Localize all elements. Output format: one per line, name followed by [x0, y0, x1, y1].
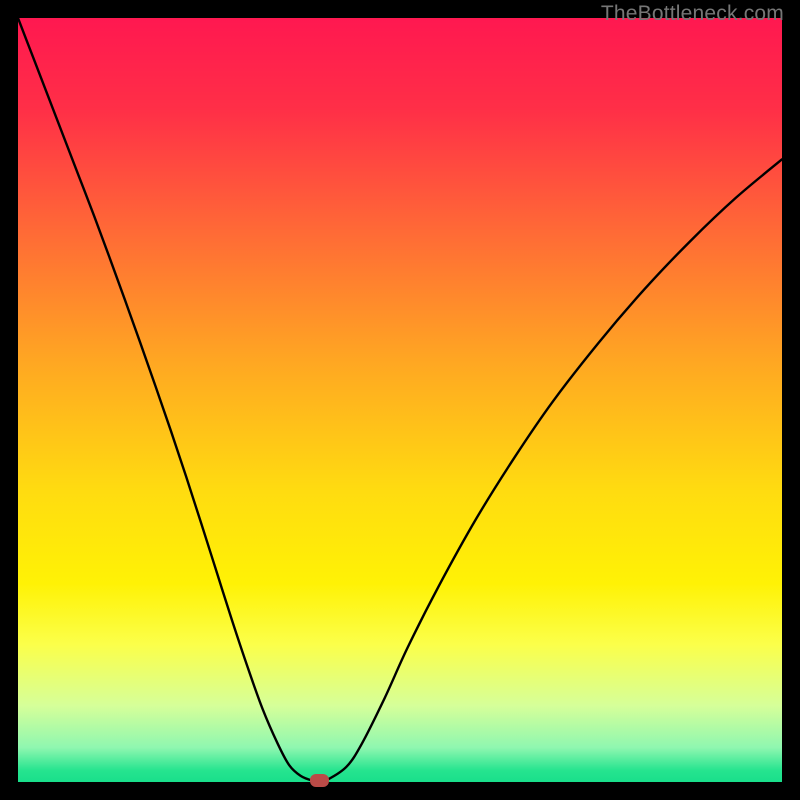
optimal-point-marker	[310, 774, 329, 787]
watermark-text: TheBottleneck.com	[601, 2, 784, 26]
bottleneck-chart	[18, 18, 782, 782]
chart-frame	[18, 18, 782, 782]
gradient-background	[18, 18, 782, 782]
